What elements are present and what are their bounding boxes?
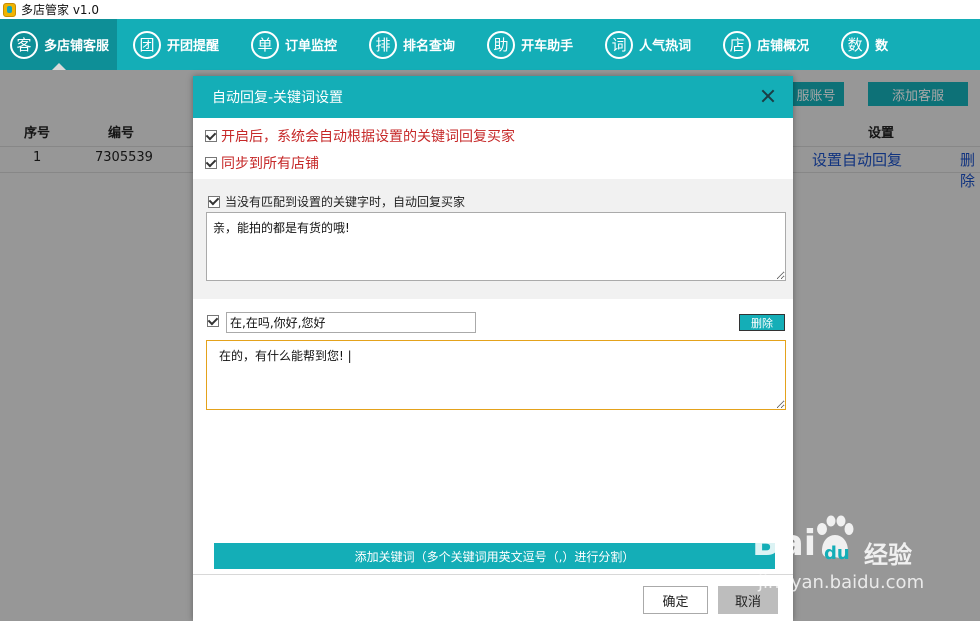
customer-service-icon: 客	[10, 30, 38, 59]
default-reply-label: 当没有匹配到设置的关键字时，自动回复买家	[225, 195, 466, 209]
keyword-reply-textarea[interactable]	[206, 340, 786, 410]
nav-item-label: 订单监控	[285, 39, 338, 54]
watermark-sub: 经验	[864, 541, 912, 569]
nav-item-store-overview[interactable]: 店 店铺概况	[713, 19, 817, 70]
keyword-icon: 词	[605, 30, 634, 59]
nav-item-group-reminder[interactable]: 团 开团提醒	[123, 19, 227, 70]
nav-item-multi-store-service[interactable]: 客 多店铺客服	[0, 19, 118, 70]
baidu-watermark: Bai du 经验 jingyan.baidu.com	[752, 515, 977, 605]
nav-item-order-monitor[interactable]: 单 订单监控	[241, 19, 345, 70]
keyword-input[interactable]	[226, 312, 476, 333]
delete-keyword-button[interactable]: 删除	[739, 314, 785, 331]
nav-item-label: 开车助手	[521, 39, 574, 54]
keyword-reply-dialog: 自动回复-关键词设置 开启后，系统会自动根据设置的关键词回复买家 同步到所有店铺…	[193, 76, 793, 621]
dialog-footer-divider	[193, 574, 793, 575]
nav-item-label: 多店铺客服	[44, 39, 110, 54]
dialog-header: 自动回复-关键词设置	[193, 76, 793, 118]
nav-item-ranking-query[interactable]: 排 排名查询	[359, 19, 463, 70]
keyword-checkbox[interactable]	[207, 315, 219, 327]
order-icon: 单	[251, 30, 280, 59]
nav-item-label: 人气热词	[639, 39, 692, 54]
enable-option[interactable]: 开启后，系统会自动根据设置的关键词回复买家	[205, 126, 515, 146]
watermark-brand-suffix: du	[824, 543, 850, 564]
app-logo-icon	[3, 2, 16, 17]
default-reply-option[interactable]: 当没有匹配到设置的关键字时，自动回复买家	[208, 193, 465, 210]
window-titlebar: 多店管家 v1.0	[0, 0, 980, 19]
data-icon: 数	[841, 30, 870, 59]
dialog-title: 自动回复-关键词设置	[212, 90, 344, 106]
nav-item-ad-assistant[interactable]: 助 开车助手	[477, 19, 581, 70]
sync-option-label: 同步到所有店铺	[221, 156, 319, 172]
sync-checkbox[interactable]	[205, 157, 217, 169]
nav-item-data[interactable]: 数 数	[831, 19, 896, 70]
close-icon[interactable]	[759, 87, 777, 105]
sync-option[interactable]: 同步到所有店铺	[205, 153, 319, 173]
group-icon: 团	[133, 30, 162, 59]
ranking-icon: 排	[369, 30, 398, 59]
ok-button[interactable]: 确定	[643, 586, 708, 614]
nav-item-label: 开团提醒	[167, 39, 220, 54]
nav-item-label: 店铺概况	[757, 39, 810, 54]
nav-item-hot-keywords[interactable]: 词 人气热词	[595, 19, 699, 70]
watermark-brand: Bai	[752, 523, 817, 564]
default-reply-textarea[interactable]	[206, 212, 786, 281]
watermark-url: jingyan.baidu.com	[758, 572, 925, 593]
store-icon: 店	[723, 30, 752, 59]
enable-option-label: 开启后，系统会自动根据设置的关键词回复买家	[221, 129, 515, 145]
nav-item-label: 数	[875, 39, 889, 54]
assistant-icon: 助	[487, 30, 516, 59]
nav-item-label: 排名查询	[403, 39, 456, 54]
window-title: 多店管家 v1.0	[21, 3, 100, 17]
default-reply-checkbox[interactable]	[208, 195, 220, 208]
add-keyword-button[interactable]: 添加关键词（多个关键词用英文逗号（,）进行分割）	[214, 543, 775, 569]
enable-checkbox[interactable]	[205, 130, 217, 142]
main-nav: 客 多店铺客服 团 开团提醒 单 订单监控 排 排名查询 助 开车助手 词 人气…	[0, 19, 980, 70]
